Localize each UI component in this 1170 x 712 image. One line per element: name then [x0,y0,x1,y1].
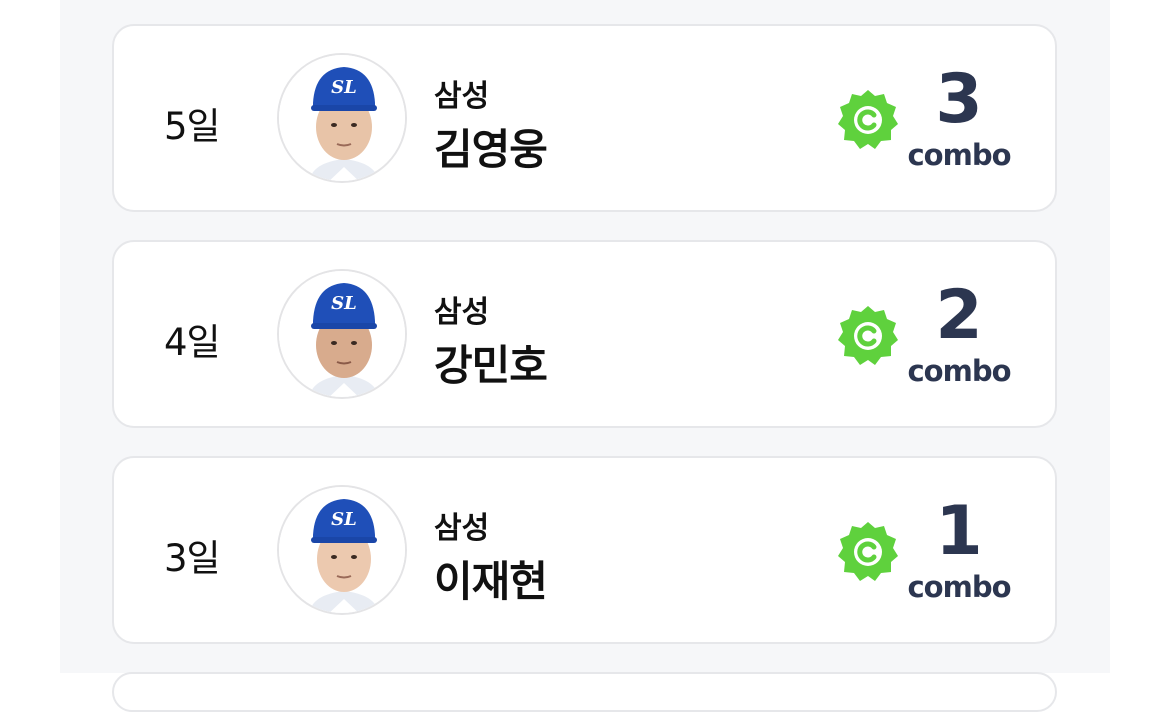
ranking-card[interactable]: 3일 SL 삼성 이재현 1 combo [112,456,1057,644]
player-name: 강민호 [434,341,548,390]
day-label: 3일 [164,537,221,580]
player-name: 이재현 [434,557,548,606]
combo-count: 2 [935,276,983,355]
svg-text:SL: SL [331,509,357,530]
ranking-card-partial[interactable] [112,672,1057,712]
team-name: 삼성 [434,295,490,330]
combo-label: combo [907,570,1011,604]
team-name: 삼성 [434,511,490,546]
combo-count: 3 [935,60,983,139]
day-label: 4일 [164,321,221,364]
team-name: 삼성 [434,79,490,114]
c-badge-icon [836,520,900,584]
svg-text:SL: SL [331,293,357,314]
player-avatar: SL [277,269,407,399]
ranking-card[interactable]: 5일 SL 삼성 김영웅 3 combo [112,24,1057,212]
combo-count: 1 [935,492,983,571]
player-avatar: SL [277,485,407,615]
ranking-card[interactable]: 4일 SL 삼성 강민호 2 combo [112,240,1057,428]
day-label: 5일 [164,105,221,148]
c-badge-icon [836,304,900,368]
player-name: 김영웅 [434,125,548,174]
c-badge-icon [836,88,900,152]
player-avatar: SL [277,53,407,183]
combo-label: combo [907,354,1011,388]
svg-text:SL: SL [331,77,357,98]
combo-label: combo [907,138,1011,172]
